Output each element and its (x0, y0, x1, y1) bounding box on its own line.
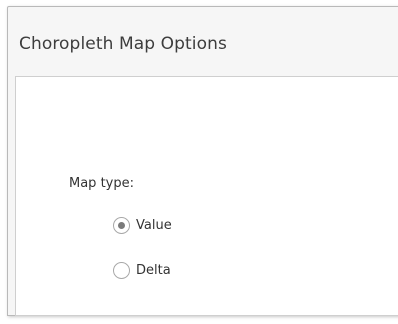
map-type-value-radio[interactable]: Value (113, 217, 172, 234)
radio-unchecked-icon[interactable] (113, 262, 130, 279)
map-type-label: Map type: (69, 176, 134, 191)
map-type-delta-radio[interactable]: Delta (113, 262, 171, 279)
delta-option-label: Delta (136, 263, 171, 278)
options-panel (15, 76, 398, 316)
dialog-title: Choropleth Map Options (19, 34, 227, 54)
value-option-label: Value (136, 218, 172, 233)
radio-checked-icon[interactable] (113, 217, 130, 234)
screenshot-stage: Choropleth Map Options Map type: Value D… (0, 0, 398, 324)
